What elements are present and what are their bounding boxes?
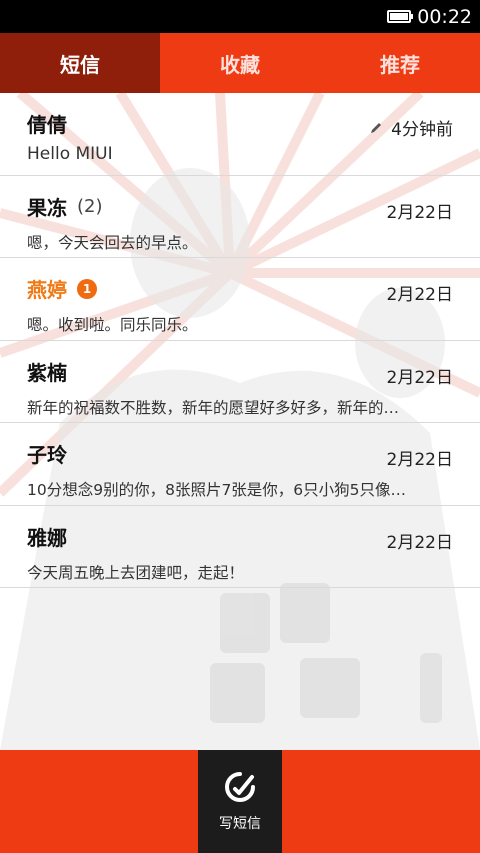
message-preview: 10分想念9别的你，8张照片7张是你，6只小狗5只像…	[27, 481, 407, 499]
status-bar: 00:22	[0, 0, 480, 33]
unread-badge: 1	[77, 278, 97, 299]
tab-recommended[interactable]: 推荐	[320, 33, 480, 93]
message-time: 2月22日	[386, 285, 453, 305]
draft-pencil-icon	[371, 122, 382, 133]
battery-icon	[387, 10, 414, 23]
bottom-bar: 写短信	[0, 750, 480, 853]
contact-name: 紫楠	[27, 360, 67, 385]
message-time-text: 4分钟前	[391, 120, 453, 140]
message-time: 2月22日	[386, 532, 453, 553]
compose-label: 写短信	[219, 815, 261, 832]
contact-name: 果冻 (2)	[27, 192, 103, 221]
contact-name: 倩倩	[27, 113, 67, 137]
message-preview: Hello MIUI	[27, 144, 113, 164]
message-count: (2)	[77, 195, 103, 217]
message-preview: 嗯，今天会回去的早点。	[27, 233, 198, 252]
message-preview: 今天周五晚上去团建吧，走起！	[27, 563, 245, 582]
message-preview: 嗯。收到啦。同乐同乐。	[27, 316, 198, 334]
conversation-row[interactable]: 雅娜 2月22日 今天周五晚上去团建吧，走起！	[0, 506, 480, 588]
message-time: 2月22日	[386, 367, 453, 388]
conversation-row[interactable]: 子玲 2月22日 10分想念9别的你，8张照片7张是你，6只小狗5只像…	[0, 423, 480, 506]
message-time: 2月22日	[386, 450, 453, 470]
tab-messages[interactable]: 短信	[0, 33, 160, 93]
conversation-row[interactable]: 倩倩 4分钟前 Hello MIUI	[0, 93, 480, 176]
compose-icon	[225, 771, 255, 802]
contact-name: 子玲	[27, 443, 67, 467]
tab-bar: 短信 收藏 推荐	[0, 33, 480, 93]
contact-name-text: 果冻	[27, 195, 67, 220]
contact-name-text: 燕婷	[27, 278, 67, 302]
conversation-row[interactable]: 燕婷 1 2月22日 嗯。收到啦。同乐同乐。	[0, 258, 480, 341]
compose-button[interactable]: 写短信	[198, 750, 282, 853]
tab-favorites[interactable]: 收藏	[160, 33, 320, 93]
message-time: 4分钟前	[369, 115, 453, 140]
conversation-list: 倩倩 4分钟前 Hello MIUI 果冻 (2) 2月22日 嗯，今天会回去的…	[0, 93, 480, 588]
status-time: 00:22	[417, 5, 472, 28]
message-time: 2月22日	[386, 202, 453, 223]
contact-name: 雅娜	[27, 525, 67, 550]
conversation-row[interactable]: 果冻 (2) 2月22日 嗯，今天会回去的早点。	[0, 176, 480, 258]
message-preview: 新年的祝福数不胜数，新年的愿望好多好多，新年的…	[27, 398, 400, 417]
contact-name: 燕婷 1	[27, 274, 97, 303]
conversation-row[interactable]: 紫楠 2月22日 新年的祝福数不胜数，新年的愿望好多好多，新年的…	[0, 341, 480, 423]
